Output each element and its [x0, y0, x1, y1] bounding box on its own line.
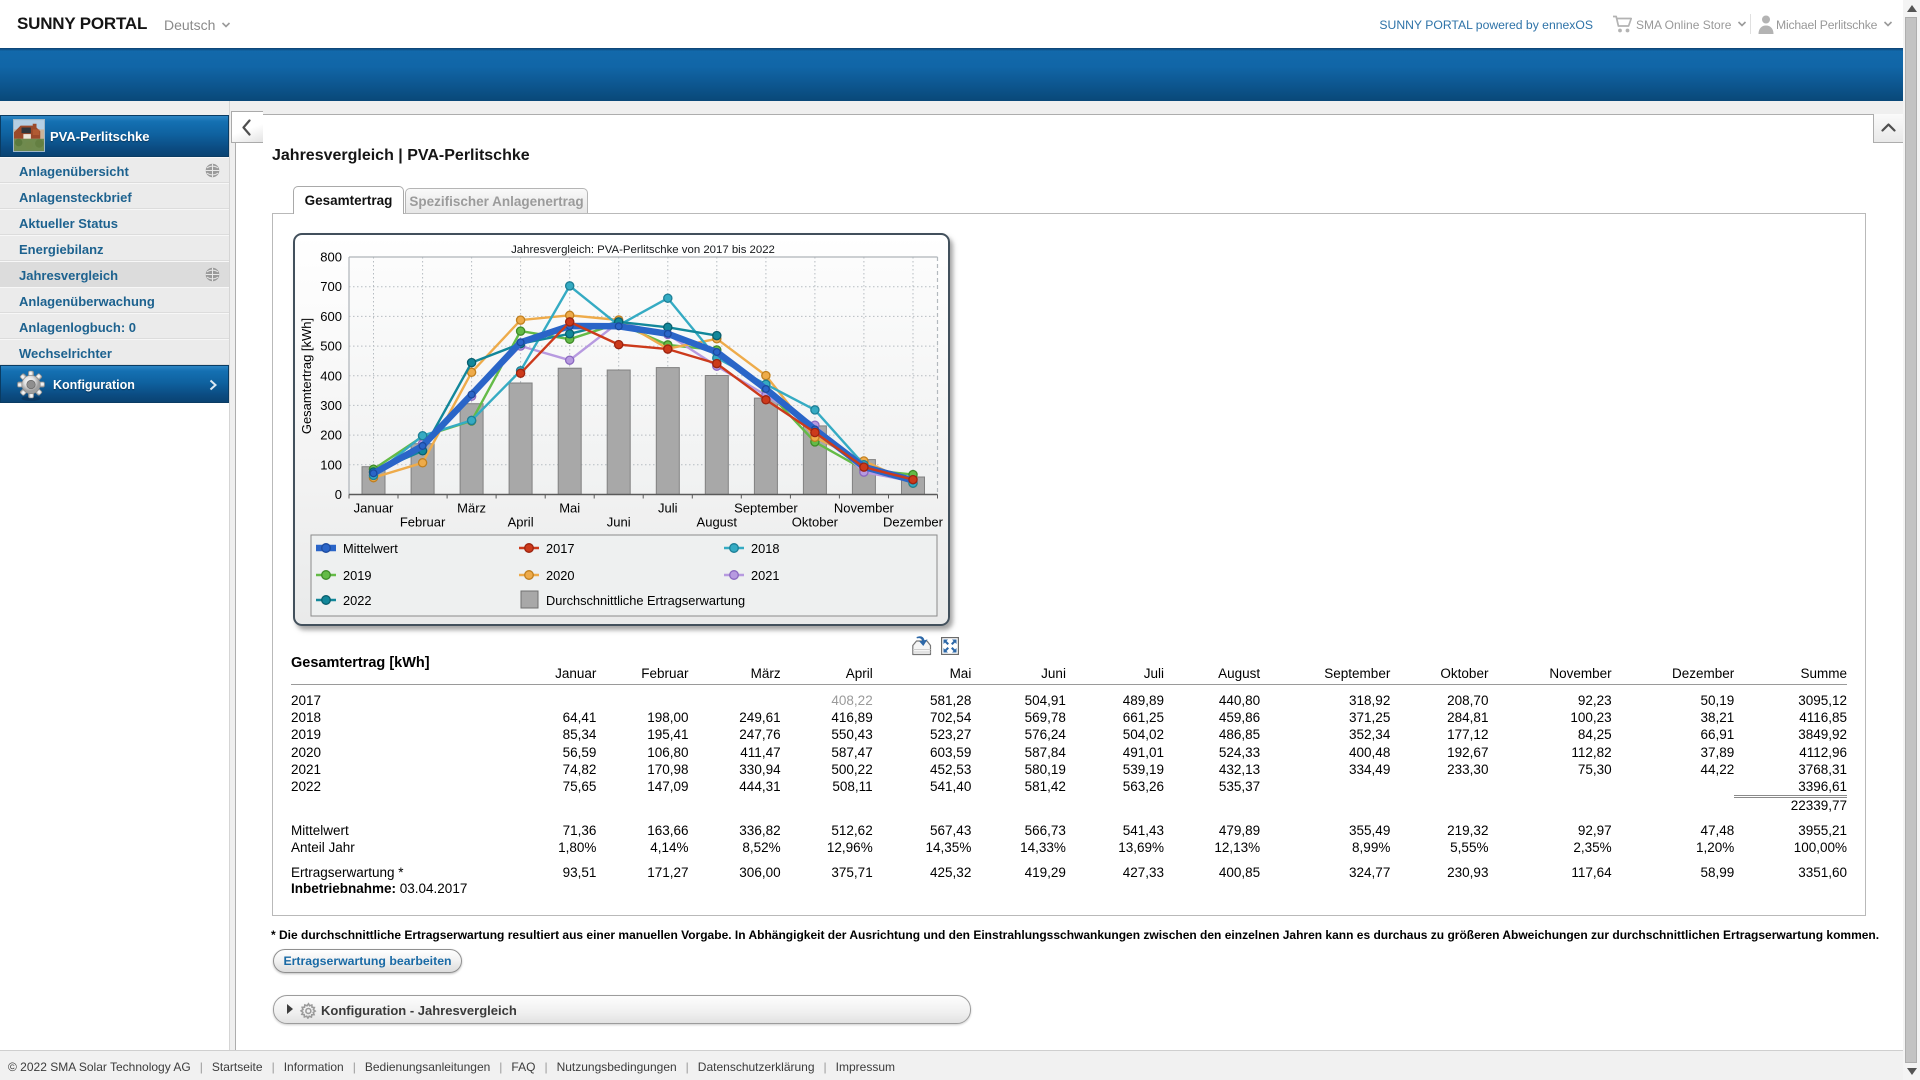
svg-text:September: September: [734, 501, 798, 516]
svg-text:200: 200: [320, 428, 342, 443]
svg-text:2020: 2020: [546, 568, 574, 583]
svg-text:Juli: Juli: [658, 501, 678, 516]
svg-text:Gesamtertrag [kWh]: Gesamtertrag [kWh]: [299, 318, 314, 434]
svg-text:2017: 2017: [546, 541, 574, 556]
svg-text:700: 700: [320, 279, 342, 294]
svg-text:Mai: Mai: [559, 501, 580, 516]
svg-text:Januar: Januar: [354, 501, 394, 516]
svg-text:800: 800: [320, 250, 342, 265]
svg-text:November: November: [834, 501, 895, 516]
svg-text:Juni: Juni: [607, 515, 631, 530]
svg-text:April: April: [508, 515, 534, 530]
svg-text:100: 100: [320, 457, 342, 472]
svg-text:Dezember: Dezember: [883, 515, 944, 530]
svg-text:300: 300: [320, 398, 342, 413]
svg-text:März: März: [457, 501, 486, 516]
svg-text:0: 0: [335, 487, 342, 502]
svg-text:600: 600: [320, 309, 342, 324]
svg-text:Mittelwert: Mittelwert: [343, 541, 398, 556]
svg-text:400: 400: [320, 368, 342, 383]
svg-text:Jahresvergleich: PVA-Perlitsch: Jahresvergleich: PVA-Perlitschke von 201…: [511, 244, 775, 256]
svg-text:Oktober: Oktober: [792, 515, 839, 530]
svg-text:2018: 2018: [751, 541, 779, 556]
svg-text:August: August: [697, 515, 738, 530]
svg-text:500: 500: [320, 339, 342, 354]
svg-text:Februar: Februar: [400, 515, 446, 530]
svg-text:Durchschnittliche Ertragserwar: Durchschnittliche Ertragserwartung: [546, 593, 745, 608]
svg-text:2019: 2019: [343, 568, 371, 583]
svg-text:2022: 2022: [343, 593, 371, 608]
svg-text:2021: 2021: [751, 568, 779, 583]
